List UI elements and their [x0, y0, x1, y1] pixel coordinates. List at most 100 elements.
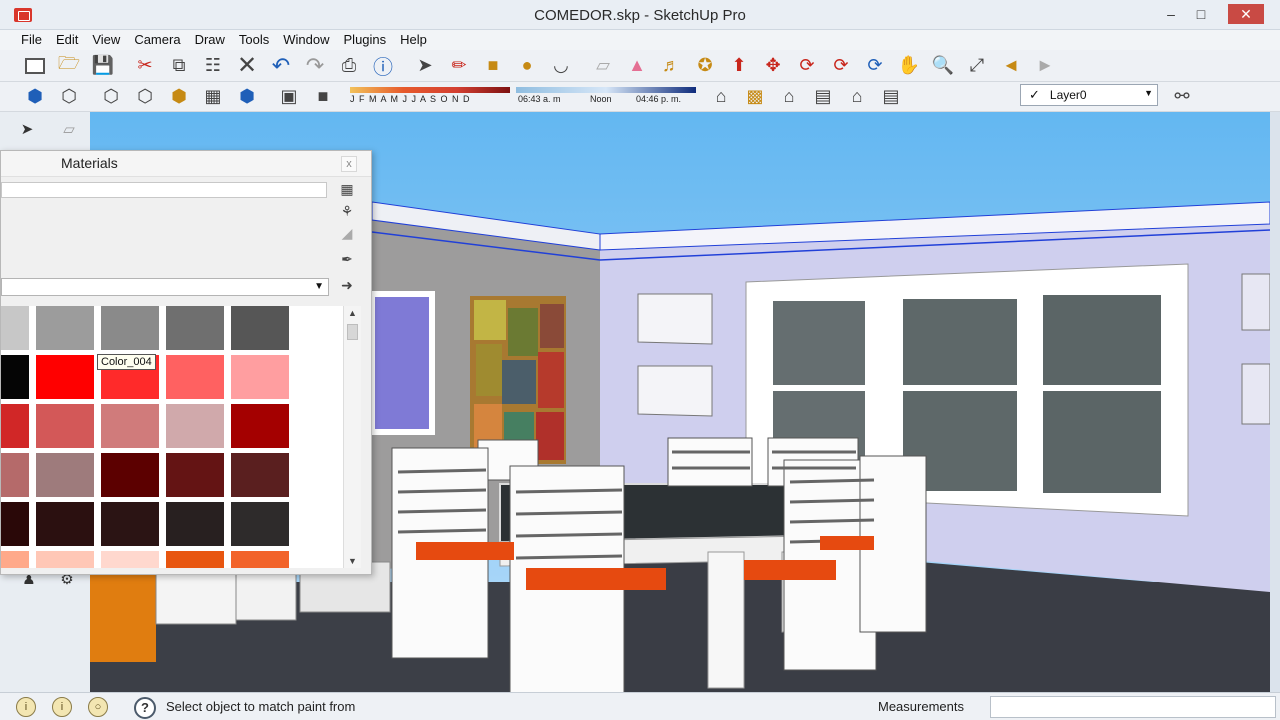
erase-icon[interactable]: ✕ [230, 52, 264, 80]
display-secondary-icon[interactable]: ▦ [336, 181, 358, 201]
top-view-icon[interactable]: ⬡ [52, 83, 86, 111]
material-swatch[interactable] [166, 355, 224, 399]
scroll-up-icon[interactable]: ▲ [348, 308, 357, 318]
default-material-icon[interactable]: ◢ [336, 225, 358, 245]
material-swatch[interactable] [231, 453, 289, 497]
create-material-icon[interactable]: ⚘ [336, 203, 358, 223]
offset-icon[interactable]: ⟳ [824, 52, 858, 80]
menu-help[interactable]: Help [393, 30, 434, 50]
select-icon[interactable]: ➤ [408, 52, 442, 80]
follow-me-icon[interactable]: ✪ [688, 52, 722, 80]
material-swatch[interactable] [36, 306, 94, 350]
left-view-icon[interactable]: ⌂ [840, 83, 874, 111]
material-swatch[interactable] [1, 453, 29, 497]
material-swatch[interactable] [36, 453, 94, 497]
paste-icon[interactable]: ☷ [196, 52, 230, 80]
material-swatch[interactable] [101, 306, 159, 350]
close-button[interactable]: ✕ [1228, 4, 1264, 24]
circle-icon[interactable]: ● [510, 52, 544, 80]
shadow-time-slider[interactable]: 06:43 a. m Noon 04:46 p. m. [516, 86, 696, 107]
material-swatch[interactable] [1, 551, 29, 568]
eraser-icon[interactable]: ▱ [586, 52, 620, 80]
wireframe-icon[interactable]: ⬡ [128, 83, 162, 111]
right-view-icon[interactable]: ⌂ [772, 83, 806, 111]
material-swatch[interactable] [36, 502, 94, 546]
material-swatch[interactable] [166, 453, 224, 497]
open-icon[interactable]: 🗁 [52, 52, 86, 80]
material-swatch[interactable] [101, 404, 159, 448]
material-swatch[interactable] [1, 306, 29, 350]
scroll-down-icon[interactable]: ▼ [348, 556, 357, 566]
move-icon[interactable]: ✥ [756, 52, 790, 80]
material-name-field[interactable] [1, 182, 327, 198]
iso-view-icon[interactable]: ⬢ [18, 83, 52, 111]
material-swatch[interactable] [231, 551, 289, 568]
measurements-input[interactable] [990, 696, 1276, 718]
rectangle-icon[interactable]: ■ [476, 52, 510, 80]
scroll-thumb[interactable] [347, 324, 358, 340]
geo-location-icon[interactable]: i [16, 697, 36, 717]
textured-icon[interactable]: ▦ [196, 83, 230, 111]
next-view-icon[interactable]: ► [1028, 52, 1062, 80]
material-swatch[interactable] [166, 306, 224, 350]
iso-camera-icon[interactable]: ⌂ [704, 83, 738, 111]
menu-plugins[interactable]: Plugins [337, 30, 394, 50]
material-swatch[interactable] [231, 404, 289, 448]
material-swatch[interactable] [231, 355, 289, 399]
material-swatch[interactable] [166, 404, 224, 448]
tape-measure-icon[interactable]: ♬ [654, 52, 688, 80]
materials-close-button[interactable]: x [341, 156, 357, 172]
material-swatch[interactable] [36, 404, 94, 448]
front-view-icon[interactable]: ▩ [738, 83, 772, 111]
material-swatch[interactable] [166, 502, 224, 546]
menu-camera[interactable]: Camera [127, 30, 187, 50]
orbit-icon[interactable]: ⟳ [858, 52, 892, 80]
material-swatch[interactable] [36, 551, 94, 568]
zoom-icon[interactable]: 🔍 [926, 52, 960, 80]
material-swatch[interactable] [231, 306, 289, 350]
undo-icon[interactable]: ↶ [264, 52, 298, 80]
material-swatch[interactable] [101, 502, 159, 546]
material-swatch[interactable] [1, 502, 29, 546]
material-swatch[interactable] [1, 355, 29, 399]
menu-file[interactable]: File [14, 30, 49, 50]
sign-in-icon[interactable]: ○ [88, 697, 108, 717]
material-swatch[interactable] [101, 551, 159, 568]
material-swatch[interactable] [1, 404, 29, 448]
sample-paint-icon[interactable]: ✒ [336, 251, 358, 271]
pan-icon[interactable]: ✋ [892, 52, 926, 80]
paint-bucket-icon[interactable]: ▲ [620, 52, 654, 80]
material-swatch[interactable] [36, 355, 94, 399]
bottom-view-icon[interactable]: ▤ [874, 83, 908, 111]
menu-edit[interactable]: Edit [49, 30, 85, 50]
menu-view[interactable]: View [85, 30, 127, 50]
select-icon[interactable]: ➤ [14, 120, 40, 144]
redo-icon[interactable]: ↷ [298, 52, 332, 80]
maximize-button[interactable]: □ [1186, 4, 1216, 24]
new-icon[interactable] [18, 52, 52, 80]
cut-icon[interactable]: ✂ [128, 52, 162, 80]
copy-icon[interactable]: ⧉ [162, 52, 196, 80]
save-icon[interactable]: 💾 [86, 52, 120, 80]
help-icon[interactable]: ? [134, 697, 156, 719]
material-swatch[interactable] [166, 551, 224, 568]
menu-draw[interactable]: Draw [188, 30, 232, 50]
monochrome-icon[interactable]: ⬢ [230, 83, 264, 111]
xray-icon[interactable]: ⬡ [94, 83, 128, 111]
previous-view-icon[interactable]: ◄ [994, 52, 1028, 80]
model-info-icon[interactable]: ⓘ [366, 52, 400, 80]
layer-manager-icon[interactable]: ⚯ [1168, 84, 1196, 108]
material-swatch[interactable] [231, 502, 289, 546]
shaded-icon[interactable]: ⬢ [162, 83, 196, 111]
zoom-extents-icon[interactable]: ⤢ [960, 52, 994, 80]
material-collection-dropdown[interactable]: ▼ [1, 278, 329, 296]
details-arrow-icon[interactable]: ➜ [336, 277, 358, 297]
pencil-icon[interactable]: ✏ [442, 52, 476, 80]
menu-window[interactable]: Window [276, 30, 336, 50]
shadow-month-slider[interactable]: J F M A M J J A S O N D [350, 86, 510, 107]
push-pull-icon[interactable]: ⬆ [722, 52, 756, 80]
shadows-toggle-icon[interactable]: ■ [306, 83, 340, 111]
swatch-scrollbar[interactable]: ▲ ▼ [343, 306, 361, 568]
make-component-icon[interactable]: ▱ [56, 120, 82, 144]
shadow-settings-icon[interactable]: ▣ [272, 83, 306, 111]
